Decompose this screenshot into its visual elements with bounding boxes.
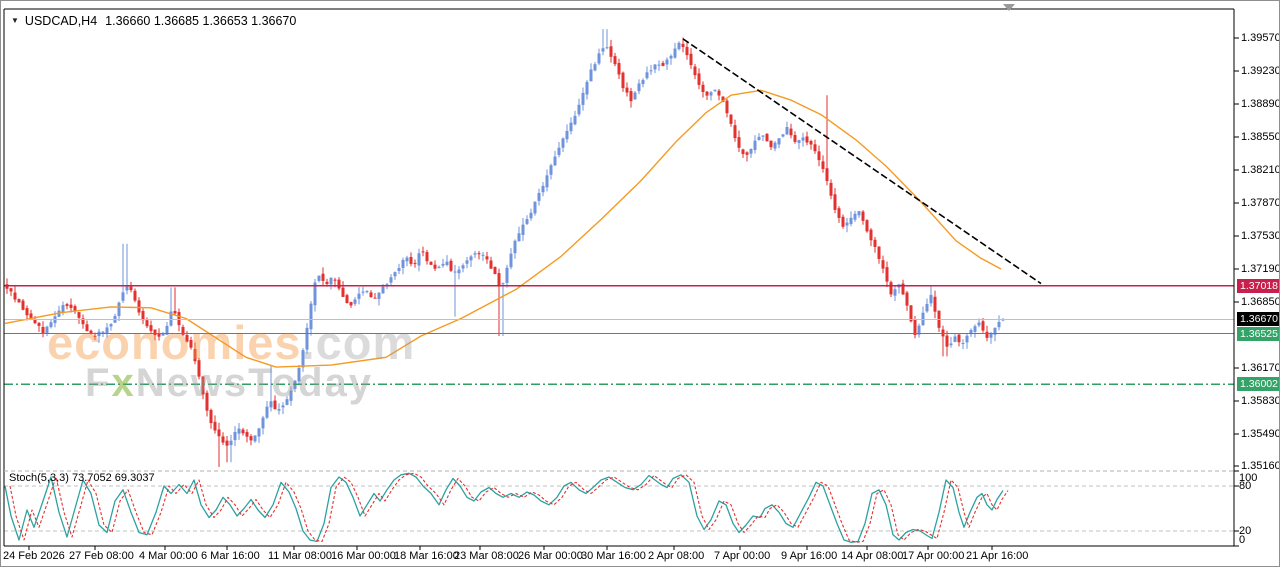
date-label: 11 Mar 08:00: [268, 550, 332, 562]
date-label: 4 Mar 00:00: [139, 550, 198, 562]
date-label: 27 Feb 08:00: [69, 550, 134, 562]
current-price-tag: 1.36670: [1237, 312, 1280, 326]
price-tick-label: 1.37190: [1241, 263, 1280, 275]
descending-trendline[interactable]: [683, 39, 1041, 284]
date-label: 23 Mar 08:00: [454, 550, 519, 562]
price-tick-label: 1.35830: [1241, 395, 1280, 407]
price-tick-label: 1.36170: [1241, 362, 1280, 374]
watermark-sub-prefix: F: [85, 361, 111, 405]
date-label: 21 Apr 16:00: [966, 550, 1028, 562]
price-tick-label: 1.37530: [1241, 230, 1280, 242]
price-tick-label: 1.39570: [1241, 32, 1280, 44]
date-label: 6 Mar 16:00: [201, 550, 260, 562]
date-label: 30 Mar 16:00: [581, 550, 646, 562]
symbol-period-label: USDCAD,H4: [25, 14, 97, 28]
chart-title: ▼ USDCAD,H4 1.36660 1.36685 1.36653 1.3667…: [11, 14, 296, 28]
symbol-dropdown-icon[interactable]: ▼: [11, 16, 19, 25]
price-tick-label: 1.36850: [1241, 296, 1280, 308]
price-tick-label: 1.35160: [1241, 460, 1280, 472]
price-tick-label: 1.39230: [1241, 65, 1280, 77]
stochastic-pane[interactable]: [4, 473, 1234, 542]
date-label: 7 Apr 00:00: [714, 550, 770, 562]
stochastic-label: Stoch(5,3,3) 73.7052 69.3037: [9, 472, 155, 484]
price-tick-label: 1.38210: [1241, 164, 1280, 176]
date-label: 18 Mar 16:00: [394, 550, 459, 562]
stoch-k-line: [5, 473, 1003, 542]
chart-frame: [4, 9, 1239, 550]
chart-shift-marker-icon[interactable]: [1003, 4, 1015, 11]
date-label: 9 Apr 16:00: [781, 550, 837, 562]
date-label: 2 Apr 08:00: [648, 550, 704, 562]
stoch-axis-label: 0: [1239, 535, 1245, 546]
stoch-axis-label: 80: [1239, 481, 1251, 492]
stoch-d-line: [10, 473, 1008, 542]
support1-tag: 1.36525: [1237, 327, 1280, 341]
price-tick-label: 1.38550: [1241, 131, 1280, 143]
support2-tag: 1.36002: [1237, 377, 1280, 391]
price-tick-label: 1.37870: [1241, 197, 1280, 209]
watermark-sub-x-glyph: x: [111, 361, 135, 405]
price-tick-label: 1.38890: [1241, 98, 1280, 110]
watermark-sub-suffix: NewsToday: [136, 361, 373, 405]
date-label: 17 Apr 00:00: [902, 550, 964, 562]
ohlc-readout: 1.36660 1.36685 1.36653 1.36670: [105, 14, 296, 28]
price-tick-label: 1.35490: [1241, 428, 1280, 440]
chart-canvas[interactable]: [1, 1, 1280, 567]
watermark-subtitle: FxNewsToday: [85, 361, 373, 406]
date-label: 24 Feb 2026: [3, 550, 65, 562]
chart-window: economies.com FxNewsToday ▼USDCAD,H41.36…: [0, 0, 1280, 567]
resistance-tag: 1.37018: [1237, 279, 1280, 293]
date-label: 16 Mar 00:00: [331, 550, 396, 562]
date-label: 26 Mar 00:00: [518, 550, 583, 562]
date-label: 14 Apr 08:00: [841, 550, 903, 562]
